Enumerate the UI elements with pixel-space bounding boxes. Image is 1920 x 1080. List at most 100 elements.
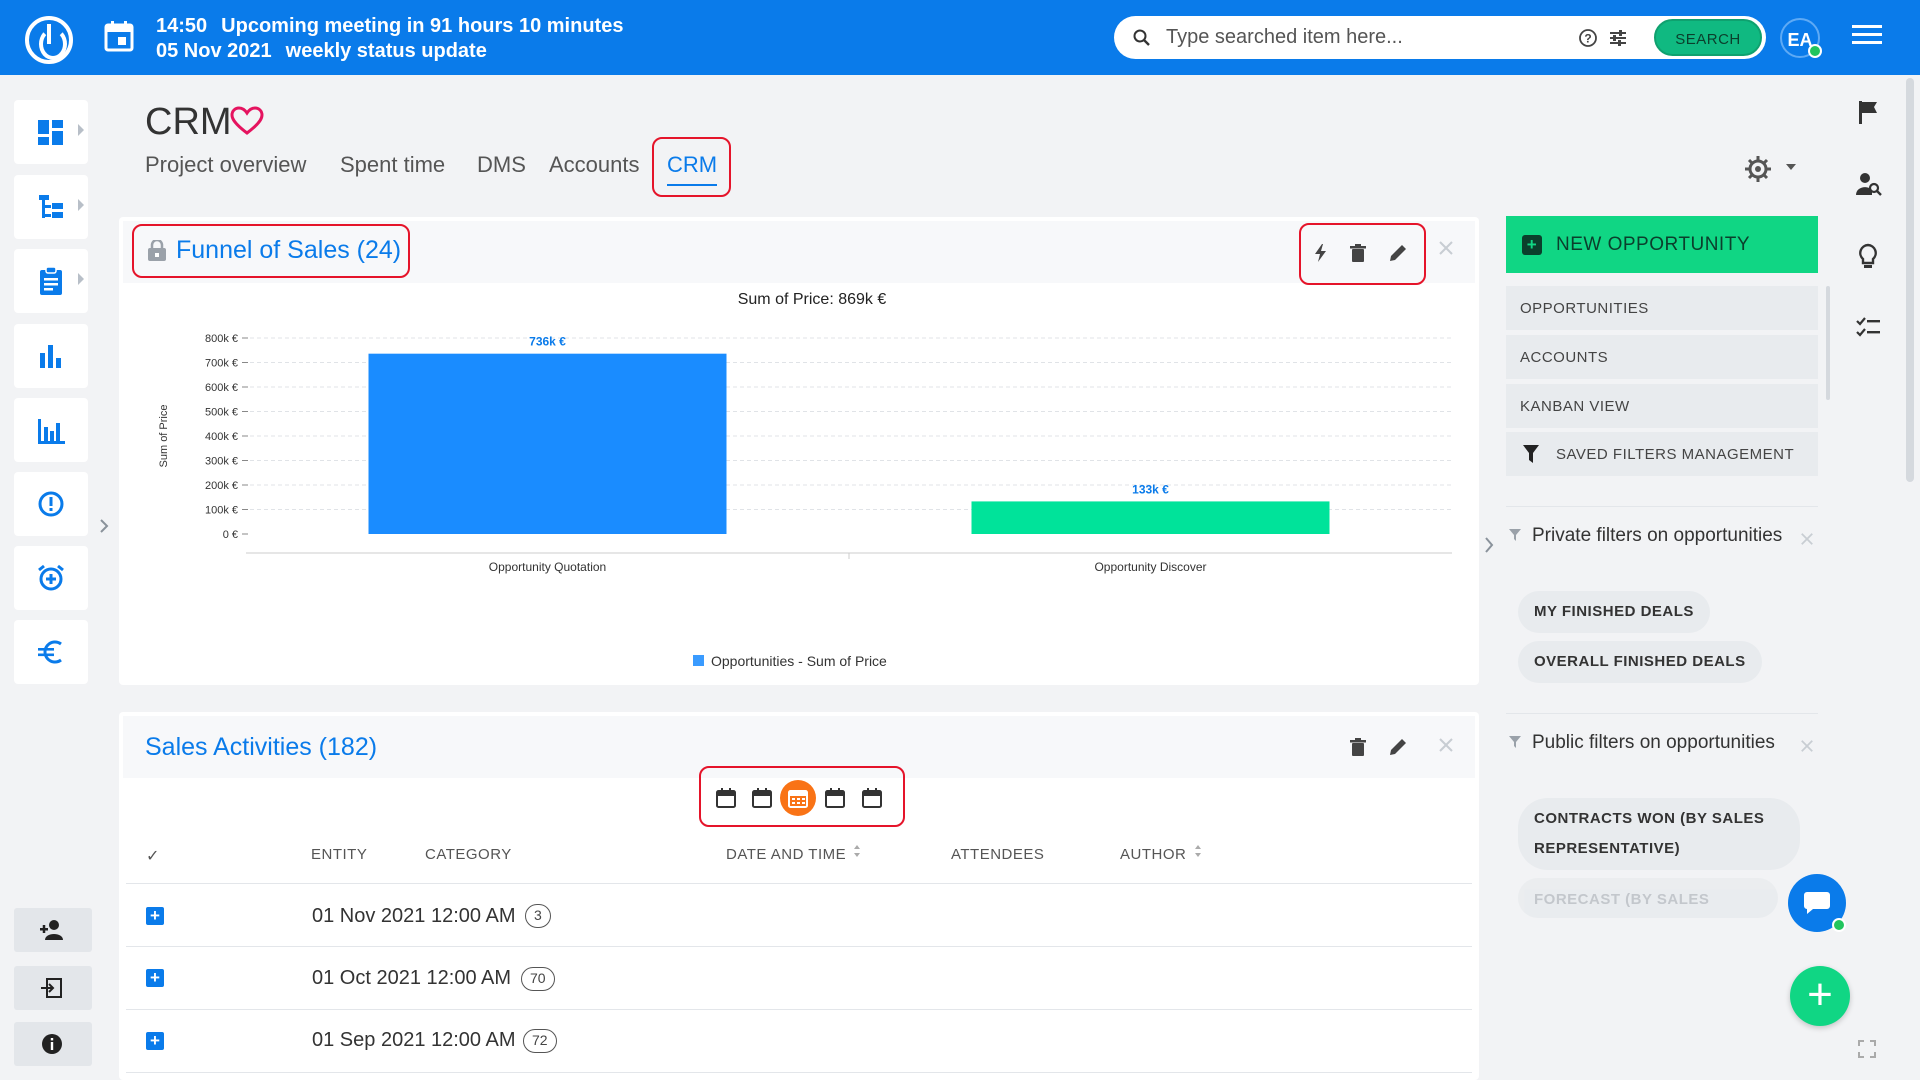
row-count-badge: 3 [525,904,551,928]
calendar-icon[interactable] [104,20,134,52]
sidebar-item-finance[interactable] [14,620,88,684]
sales-activities-title[interactable]: Sales Activities (182) [145,733,377,762]
tab-accounts[interactable]: Accounts [549,152,640,178]
chart-y-tick-label: 400k € [205,431,238,443]
table-row-date[interactable]: 01 Sep 2021 12:00 AM [312,1029,516,1052]
search-icon [1133,29,1150,46]
close-icon[interactable] [1800,532,1814,546]
current-date: 05 Nov 2021 [156,40,272,62]
sidebar-item-analytics[interactable] [14,398,88,462]
menu-kanban-view[interactable]: KANBAN VIEW [1506,384,1818,428]
favorite-heart-icon[interactable] [230,106,264,136]
chart-y-tick-label: 200k € [205,480,238,492]
chart-y-tick-label: 100k € [205,505,238,517]
global-search: ? SEARCH [1114,16,1766,59]
chart-y-tick-label: 0 € [223,529,238,541]
chart-y-tick-label: 800k € [205,333,238,345]
tab-dms[interactable]: DMS [477,152,526,178]
user-avatar[interactable]: EA [1780,18,1822,58]
gear-icon[interactable] [1744,155,1772,183]
menu-label: ACCOUNTS [1520,349,1609,366]
menu-icon[interactable] [1852,25,1882,49]
sidebar-item-alarms[interactable] [14,546,88,610]
help-icon[interactable]: ? [1578,28,1598,48]
sort-icon[interactable] [1194,844,1202,858]
select-all-check[interactable]: ✓ [146,846,160,866]
trash-icon[interactable] [1348,737,1368,757]
private-filters-title: Private filters on opportunities [1532,525,1783,546]
column-entity[interactable]: ENTITY [311,846,367,863]
filter-overall-finished-deals[interactable]: OVERALL FINISHED DEALS [1518,641,1762,683]
column-category[interactable]: CATEGORY [425,846,512,863]
expand-sidebar-icon[interactable] [98,518,110,534]
close-icon[interactable] [1800,739,1814,753]
chart-bar [368,353,727,534]
filter-forecast[interactable]: FORECAST (BY SALES [1518,878,1778,918]
chat-button[interactable] [1788,874,1846,932]
lightbulb-icon[interactable] [1854,242,1882,270]
user-search-icon[interactable] [1854,170,1882,198]
dashboard-icon [38,120,63,145]
bar-chart-icon [40,345,61,368]
expand-panel-icon[interactable] [1483,536,1495,554]
expand-row-button[interactable]: + [146,907,164,925]
filter-settings-icon[interactable] [1608,28,1628,48]
column-attendees[interactable]: ATTENDEES [951,846,1044,863]
fullscreen-icon[interactable] [1858,1040,1876,1058]
chart-x-tick-label: Opportunity Discover [1094,560,1206,574]
page-scrollbar[interactable] [1906,78,1914,482]
flag-icon[interactable] [1854,98,1882,126]
menu-opportunities[interactable]: OPPORTUNITIES [1506,286,1818,330]
column-date-and-time[interactable]: DATE AND TIME [726,846,846,863]
search-input[interactable] [1166,22,1566,52]
sidebar-item-tree[interactable] [14,175,88,239]
sidebar-item-dashboard[interactable] [14,100,88,164]
expand-row-button[interactable]: + [146,969,164,987]
filter-my-finished-deals[interactable]: MY FINISHED DEALS [1518,591,1710,633]
sidebar-item-issues[interactable] [14,472,88,536]
analytics-icon [38,419,65,444]
chart-data-label: 736k € [529,335,566,349]
search-button[interactable]: SEARCH [1654,19,1762,56]
menu-label: SAVED FILTERS MANAGEMENT [1556,446,1795,463]
menu-accounts[interactable]: ACCOUNTS [1506,335,1818,379]
tab-project-overview[interactable]: Project overview [145,152,306,178]
sidebar-info[interactable] [14,1022,92,1066]
sidebar-item-reports[interactable] [14,324,88,388]
column-author[interactable]: AUTHOR [1120,846,1186,863]
add-fab-button[interactable]: + [1790,966,1850,1026]
sort-icon[interactable] [853,844,861,858]
alarm-icon [38,564,64,591]
expand-row-button[interactable]: + [146,1032,164,1050]
filter-contracts-won[interactable]: CONTRACTS WON (BY SALES REPRESENTATIVE) [1518,798,1800,870]
new-opportunity-button[interactable]: + NEW OPPORTUNITY [1506,216,1818,273]
sidebar-logout[interactable] [14,966,92,1010]
upcoming-meeting[interactable]: 14:50 Upcoming meeting in 91 hours 10 min… [156,14,637,64]
add-user-icon [40,920,63,940]
chat-bubble-icon [1804,892,1830,914]
table-row-date[interactable]: 01 Oct 2021 12:00 AM [312,967,511,990]
meeting-countdown: Upcoming meeting in 91 hours 10 minutes [221,15,624,37]
svg-text:?: ? [1584,32,1591,46]
checklist-icon[interactable] [1854,314,1882,342]
top-bar: 14:50 Upcoming meeting in 91 hours 10 min… [0,0,1920,75]
funnel-filter-icon [1523,445,1539,463]
tab-spent-time[interactable]: Spent time [340,152,445,178]
online-status-dot [1808,44,1822,58]
chart-title: Sum of Price: 869k € [738,291,887,308]
right-panel-scrollbar[interactable] [1826,286,1830,400]
app-logo-icon[interactable] [25,16,73,64]
chart-y-tick-label: 700k € [205,358,238,370]
page-title: CRM [145,101,232,143]
chart-legend-label: Opportunities - Sum of Price [711,653,887,669]
close-icon[interactable] [1438,240,1454,256]
menu-saved-filters-management[interactable]: SAVED FILTERS MANAGEMENT [1506,432,1818,476]
chart-y-tick-label: 300k € [205,456,238,468]
sidebar-item-tasks[interactable] [14,249,88,313]
sidebar-add-user[interactable] [14,908,92,952]
close-icon[interactable] [1438,737,1454,753]
table-row-date[interactable]: 01 Nov 2021 12:00 AM [312,905,515,928]
edit-pencil-icon[interactable] [1388,737,1408,757]
chevron-down-icon[interactable] [1786,164,1796,170]
clipboard-icon [40,266,62,295]
